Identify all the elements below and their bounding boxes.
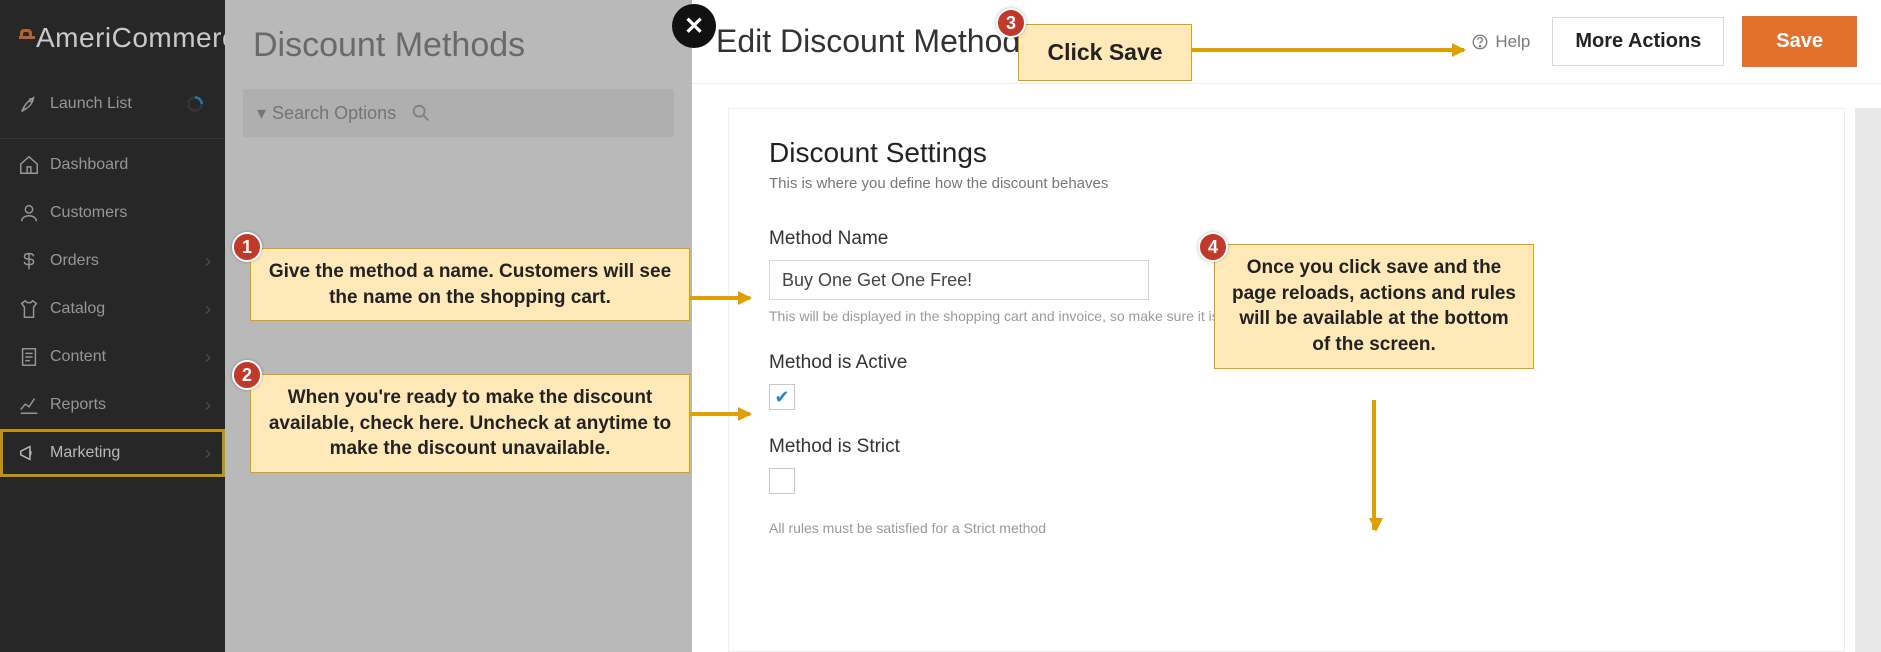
section-subtitle: This is where you define how the discoun… bbox=[769, 175, 1804, 192]
annotation-badge-3: 3 bbox=[996, 8, 1026, 38]
method-strict-checkbox[interactable] bbox=[769, 468, 795, 494]
search-bar[interactable]: ▾ Search Options bbox=[243, 89, 674, 137]
dollar-icon bbox=[18, 250, 50, 272]
rocket-icon bbox=[18, 93, 50, 115]
method-active-checkbox[interactable]: ✔ bbox=[769, 384, 795, 410]
chevron-right-icon: › bbox=[205, 251, 211, 272]
method-name-input[interactable] bbox=[769, 260, 1149, 300]
secondary-panel: Discount Methods ▾ Search Options bbox=[225, 0, 692, 652]
sidebar-item-reports[interactable]: Reports › bbox=[0, 381, 225, 429]
annotation-arrow-3 bbox=[1192, 48, 1464, 52]
annotation-badge-2: 2 bbox=[232, 360, 262, 390]
sidebar-item-label: Catalog bbox=[50, 300, 105, 318]
search-dropdown-label: Search Options bbox=[272, 103, 396, 124]
search-icon[interactable] bbox=[410, 102, 432, 124]
chart-icon bbox=[18, 394, 50, 416]
user-icon bbox=[18, 202, 50, 224]
sidebar-item-content[interactable]: Content › bbox=[0, 333, 225, 381]
section-title: Discount Settings bbox=[769, 137, 1804, 169]
sidebar-item-marketing[interactable]: Marketing › bbox=[0, 429, 225, 477]
annotation-4: Once you click save and the page reloads… bbox=[1214, 244, 1534, 369]
chevron-right-icon: › bbox=[205, 299, 211, 320]
chevron-right-icon: › bbox=[205, 347, 211, 368]
sidebar-item-dashboard[interactable]: Dashboard bbox=[0, 141, 225, 189]
chevron-right-icon: › bbox=[205, 443, 211, 464]
sidebar-item-label: Marketing bbox=[50, 444, 120, 462]
home-icon bbox=[18, 154, 50, 176]
annotation-arrow-2 bbox=[690, 412, 750, 416]
method-strict-label: Method is Strict bbox=[769, 436, 1804, 458]
brand-logo: AmeriCommerce bbox=[0, 0, 225, 76]
help-label: Help bbox=[1495, 32, 1530, 52]
sidebar: AmeriCommerce Launch List Dashboard Cust… bbox=[0, 0, 225, 652]
sidebar-item-catalog[interactable]: Catalog › bbox=[0, 285, 225, 333]
chevron-right-icon: › bbox=[205, 395, 211, 416]
divider bbox=[0, 138, 225, 139]
spinner-icon bbox=[185, 94, 205, 114]
annotation-badge-1: 1 bbox=[232, 232, 262, 262]
page-title: Edit Discount Method bbox=[716, 23, 1020, 60]
annotation-2: When you're ready to make the discount a… bbox=[250, 374, 690, 473]
sidebar-item-customers[interactable]: Customers bbox=[0, 189, 225, 237]
megaphone-icon bbox=[18, 442, 50, 464]
sidebar-item-label: Content bbox=[50, 348, 106, 366]
save-button[interactable]: Save bbox=[1742, 16, 1857, 67]
shirt-icon bbox=[18, 298, 50, 320]
sidebar-item-launchlist[interactable]: Launch List bbox=[0, 76, 225, 132]
close-icon: ✕ bbox=[684, 12, 704, 41]
annotation-arrow-4 bbox=[1372, 400, 1376, 530]
method-strict-help: All rules must be satisfied for a Strict… bbox=[769, 520, 1804, 536]
brand-icon bbox=[18, 28, 36, 48]
sidebar-item-label: Reports bbox=[50, 396, 106, 414]
panel-title: Discount Methods bbox=[225, 0, 692, 79]
sidebar-item-label: Orders bbox=[50, 252, 99, 270]
check-icon: ✔ bbox=[774, 387, 789, 408]
sidebar-item-orders[interactable]: Orders › bbox=[0, 237, 225, 285]
sidebar-item-label: Customers bbox=[50, 204, 127, 222]
brand-text: AmeriCommerce bbox=[36, 22, 253, 54]
settings-card: Discount Settings This is where you defi… bbox=[728, 108, 1845, 652]
more-actions-button[interactable]: More Actions bbox=[1552, 17, 1724, 66]
sidebar-item-label: Launch List bbox=[50, 95, 132, 113]
document-icon bbox=[18, 346, 50, 368]
annotation-3: Click Save bbox=[1018, 24, 1192, 81]
scrollbar[interactable] bbox=[1855, 108, 1881, 652]
panel-header: Edit Discount Method Help More Actions S… bbox=[692, 0, 1881, 84]
close-button[interactable]: ✕ bbox=[672, 4, 716, 48]
annotation-1: Give the method a name. Customers will s… bbox=[250, 248, 690, 321]
search-options-dropdown[interactable]: ▾ Search Options bbox=[257, 103, 396, 124]
help-link[interactable]: Help bbox=[1471, 32, 1530, 52]
sidebar-item-label: Dashboard bbox=[50, 156, 128, 174]
chevron-down-icon: ▾ bbox=[257, 103, 266, 124]
help-icon bbox=[1471, 33, 1489, 51]
annotation-badge-4: 4 bbox=[1198, 232, 1228, 262]
annotation-arrow-1 bbox=[690, 296, 750, 300]
